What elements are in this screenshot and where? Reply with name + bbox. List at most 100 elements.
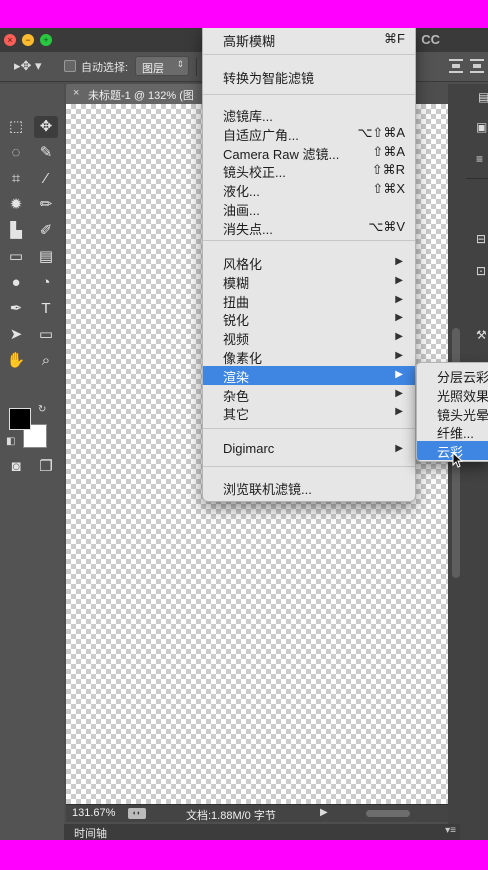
menu-item[interactable]: 消失点... ⌥⌘V [203, 218, 415, 237]
menu-item-shortcut: ⌥⇧⌘A [357, 124, 405, 140]
menu-item-digimarc[interactable]: Digimarc ▶ [203, 440, 415, 459]
photoshop-window: × − + CC ▸✥ ▾ 自动选择: 图层 ⇕ ⬚ ✥ ◌ ✎ ⌗ ⁄ ✹ ✏… [0, 28, 488, 840]
menu-item[interactable]: 镜头校正... ⇧⌘R [203, 161, 415, 180]
auto-select-checkbox[interactable] [64, 60, 76, 72]
status-menu-arrow-icon[interactable]: ▶ [320, 807, 328, 818]
menu-item[interactable]: 杂色 ▶ [203, 385, 415, 404]
marquee-tool-icon[interactable]: ⬚ [4, 116, 28, 138]
auto-select-label: 自动选择: [81, 62, 129, 74]
menu-item[interactable]: 油画... [203, 199, 415, 218]
submenu-item-label: 光照效果... [437, 388, 488, 404]
menu-item-label: 视频 [223, 332, 250, 348]
styles-panel-icon[interactable]: ⊡ [476, 264, 486, 278]
eyedropper-tool-icon[interactable]: ⁄ [34, 168, 58, 190]
foreground-color-swatch[interactable] [9, 408, 31, 430]
menu-item-shortcut: ⇧⌘A [372, 143, 405, 159]
history-panel-icon[interactable]: ▣ [476, 120, 487, 134]
align-top-icon[interactable] [449, 59, 463, 73]
menu-item-label: 浏览联机滤镜... [223, 482, 312, 497]
rectangle-tool-icon[interactable]: ▭ [34, 324, 58, 346]
tool-preset-picker[interactable]: ▸✥ ▾ [14, 58, 42, 74]
menu-item[interactable]: 视频 ▶ [203, 328, 415, 347]
menu-item-label: 滤镜库... [223, 109, 273, 124]
menu-item-label: 转换为智能滤镜 [223, 71, 315, 86]
menu-item[interactable]: 液化... ⇧⌘X [203, 180, 415, 199]
panel-menu-icon[interactable]: ▾≡ [445, 825, 456, 836]
status-info-icon[interactable]: ◐◐ [128, 808, 146, 819]
document-tab[interactable]: × 未标题-1 @ 132% (图 [66, 84, 206, 104]
menu-item-shortcut: ⌥⌘V [368, 218, 405, 234]
brush-tool-icon[interactable]: ✏ [34, 194, 58, 216]
zoom-tool-icon[interactable]: ⌕ [34, 350, 58, 372]
menu-item[interactable]: 滤镜库... [203, 105, 415, 124]
properties-panel-icon[interactable]: ≡ [476, 152, 483, 166]
horizontal-scrollbar[interactable] [366, 810, 410, 817]
menu-separator [203, 428, 415, 429]
menu-item-label: 扭曲 [223, 294, 250, 310]
menu-item[interactable]: 风格化 ▶ [203, 253, 415, 272]
submenu-item-label: 分层云彩 [437, 370, 488, 385]
adjust-panel-icon[interactable]: ⊟ [476, 232, 486, 246]
close-window-icon[interactable]: × [4, 34, 16, 46]
app-title: CC [421, 32, 440, 47]
align-middle-icon[interactable] [470, 59, 484, 73]
path-selection-tool-icon[interactable]: ➤ [4, 324, 28, 346]
default-colors-icon[interactable]: ◧ [6, 436, 15, 447]
move-tool-icon[interactable]: ✥ [34, 116, 58, 138]
auto-select-target-value: 图层 [142, 63, 164, 75]
menu-item[interactable]: 锐化 ▶ [203, 309, 415, 328]
submenu-item[interactable]: 纤维... [417, 422, 488, 441]
eraser-tool-icon[interactable]: ▭ [4, 246, 28, 268]
menu-item-label: 其它 [223, 407, 250, 423]
document-title: 未标题-1 @ 132% (图 [88, 90, 194, 102]
menu-item[interactable]: 模糊 ▶ [203, 272, 415, 291]
auto-select-target-dropdown[interactable]: 图层 ⇕ [135, 56, 189, 76]
menu-item-label: 模糊 [223, 275, 250, 291]
lasso-tool-icon[interactable]: ◌ [4, 142, 28, 164]
tools-panel-icon[interactable]: ⚒ [476, 328, 487, 342]
healing-brush-tool-icon[interactable]: ✹ [4, 194, 28, 216]
quick-selection-tool-icon[interactable]: ✎ [34, 142, 58, 164]
menu-item-browse-online-filters[interactable]: 浏览联机滤镜... [203, 478, 415, 497]
zoom-level[interactable]: 131.67% [72, 807, 115, 819]
menu-item[interactable]: 渲染 ▶ [203, 365, 415, 385]
panel-icon[interactable]: ▤ [478, 90, 488, 104]
minimize-window-icon[interactable]: − [22, 34, 34, 46]
menu-item[interactable]: 自适应广角... ⌥⇧⌘A [203, 124, 415, 143]
gradient-tool-icon[interactable]: ▤ [34, 246, 58, 268]
zoom-window-icon[interactable]: + [40, 34, 52, 46]
mouse-pointer-icon [452, 452, 464, 468]
screen-mode-icon[interactable]: ❐ [34, 456, 58, 478]
pen-tool-icon[interactable]: ✒ [4, 298, 28, 320]
submenu-arrow-icon: ▶ [395, 406, 403, 418]
blur-tool-icon[interactable]: ● [4, 272, 28, 294]
menu-separator [203, 94, 415, 95]
submenu-item[interactable]: 分层云彩 [417, 366, 488, 385]
quick-mask-icon[interactable]: ◙ [4, 456, 28, 478]
submenu-item[interactable]: 光照效果... [417, 385, 488, 404]
menu-item[interactable]: Camera Raw 滤镜... ⇧⌘A [203, 143, 415, 162]
submenu-arrow-icon: ▶ [395, 293, 403, 305]
menu-item-last-filter[interactable]: 高斯模糊 ⌘F [203, 30, 415, 49]
timeline-panel-tab[interactable]: 时间轴 ▾≡ [64, 824, 460, 840]
close-tab-icon[interactable]: × [73, 87, 79, 99]
menu-item-convert-smart-filter[interactable]: 转换为智能滤镜 [203, 67, 415, 86]
submenu-arrow-icon: ▶ [395, 368, 403, 380]
toolbox: ⬚ ✥ ◌ ✎ ⌗ ⁄ ✹ ✏ ▙ ✐ ▭ ▤ ● ◔ ✒ T ➤ ▭ ✋ ⌕ … [0, 84, 64, 840]
submenu-item[interactable]: 镜头光晕... [417, 404, 488, 423]
updown-chevron-icon: ⇕ [176, 59, 184, 69]
history-brush-tool-icon[interactable]: ✐ [34, 220, 58, 242]
clone-stamp-tool-icon[interactable]: ▙ [4, 220, 28, 242]
menu-item-label: 杂色 [223, 388, 250, 404]
hand-tool-icon[interactable]: ✋ [4, 350, 28, 372]
menu-separator [203, 54, 415, 55]
swap-colors-icon[interactable]: ↻ [38, 404, 46, 415]
menu-item[interactable]: 像素化 ▶ [203, 347, 415, 366]
submenu-arrow-icon: ▶ [395, 312, 403, 324]
menu-item[interactable]: 其它 ▶ [203, 403, 415, 422]
status-bar: 131.67% ◐◐ 文档:1.88M/0 字节 ▶ [66, 804, 448, 822]
menu-item[interactable]: 扭曲 ▶ [203, 291, 415, 310]
dodge-tool-icon[interactable]: ◔ [34, 272, 58, 294]
type-tool-icon[interactable]: T [34, 298, 58, 320]
crop-tool-icon[interactable]: ⌗ [4, 168, 28, 190]
